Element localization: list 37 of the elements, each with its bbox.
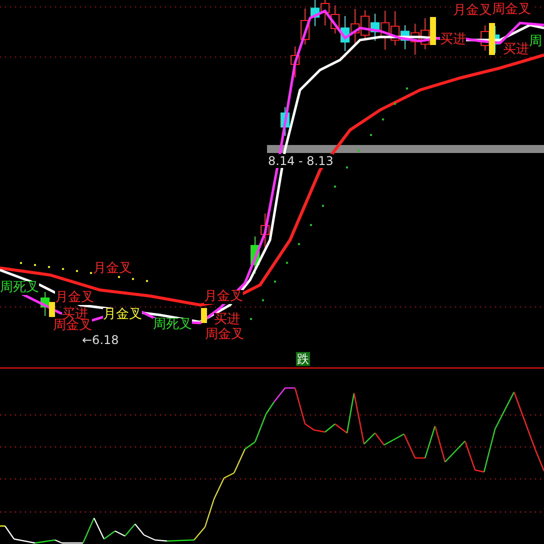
candlestick bbox=[280, 106, 290, 136]
signal-bar bbox=[49, 302, 55, 317]
signal-label: 月金叉 bbox=[103, 308, 142, 322]
candlestick bbox=[360, 10, 370, 41]
signal-label: 月金叉 bbox=[204, 290, 243, 304]
candlestick bbox=[310, 0, 320, 27]
range-label: 8.14 - 8.13 bbox=[268, 154, 334, 168]
signal-badge: 跌 bbox=[296, 352, 310, 366]
candlestick bbox=[390, 10, 400, 46]
candlestick bbox=[290, 46, 300, 78]
candlestick bbox=[410, 23, 420, 56]
candlestick bbox=[300, 8, 310, 45]
signal-label: 买进 bbox=[214, 313, 240, 327]
candlestick bbox=[330, 5, 340, 34]
signal-label: 月金叉 bbox=[55, 291, 94, 305]
signal-label: 周死叉 bbox=[0, 281, 39, 295]
signal-label: 月金叉 bbox=[93, 262, 132, 276]
candlestick bbox=[370, 13, 380, 42]
signal-bar bbox=[430, 17, 436, 45]
candlestick bbox=[350, 8, 360, 46]
signal-label: 周 bbox=[529, 35, 542, 49]
signal-label: 买进 bbox=[440, 33, 466, 47]
signal-label: 周金叉 bbox=[492, 3, 531, 17]
signal-label: 买进 bbox=[503, 43, 529, 57]
signal-label: 周死叉 bbox=[153, 318, 192, 332]
signal-bar bbox=[489, 23, 495, 55]
candlestick bbox=[320, 0, 330, 26]
signal-bar bbox=[201, 308, 207, 323]
candlestick bbox=[250, 236, 260, 274]
signal-label: 周金叉 bbox=[205, 328, 244, 342]
candlestick bbox=[400, 24, 410, 50]
candlestick bbox=[260, 213, 270, 248]
candlestick bbox=[340, 16, 350, 52]
signal-label: 月金叉 bbox=[453, 4, 492, 18]
low-price-marker: ←6.18 bbox=[82, 333, 119, 347]
signal-label: 周金叉 bbox=[53, 319, 92, 333]
candlestick bbox=[420, 18, 430, 50]
